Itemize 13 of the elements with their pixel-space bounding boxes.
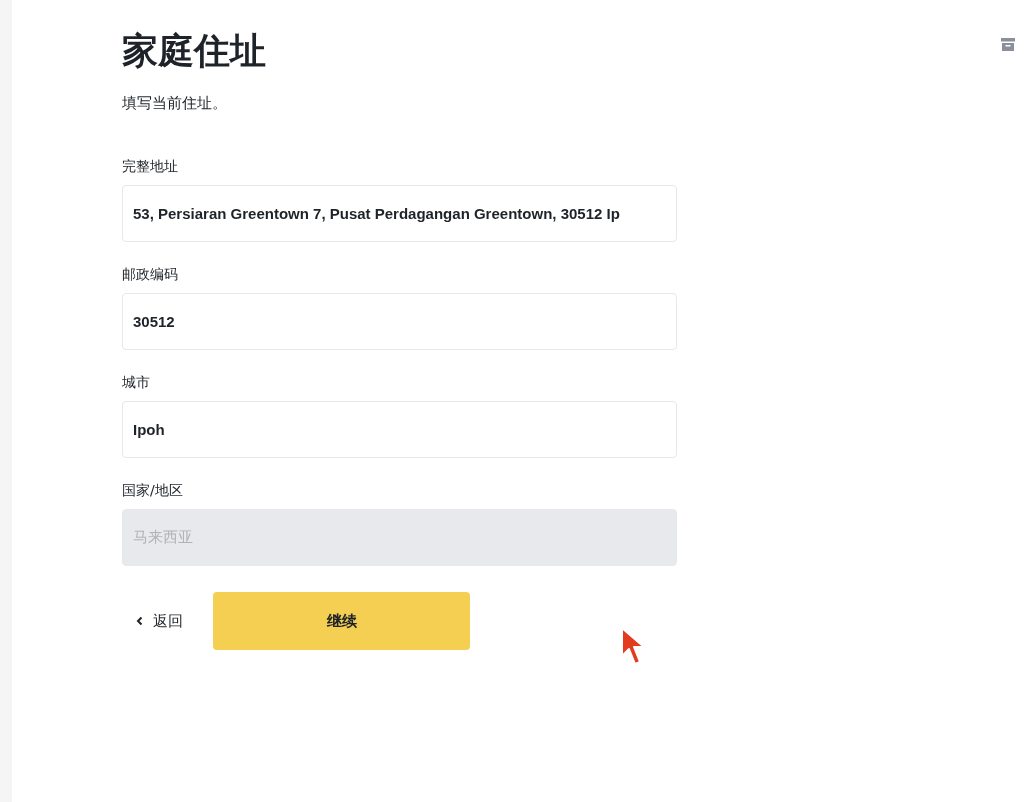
chevron-left-icon xyxy=(136,616,143,626)
field-label: 邮政编码 xyxy=(122,265,179,284)
input-field[interactable]: 53, Persiaran Greentown 7, Pusat Perdagangan Greentown, 30512 Ip xyxy=(122,185,677,242)
field-label: 城市 xyxy=(122,373,151,392)
continue-button[interactable]: 继续 xyxy=(213,592,470,650)
field-label: 国家/地区 xyxy=(122,481,184,500)
input-field[interactable]: 30512 xyxy=(122,293,677,350)
page-subtitle: 填写当前住址。 xyxy=(122,93,228,114)
field-label: 完整地址 xyxy=(122,157,179,176)
back-button[interactable]: 返回 xyxy=(122,605,187,637)
input-field[interactable]: Ipoh xyxy=(122,401,677,458)
archive-icon[interactable] xyxy=(1001,38,1015,51)
page-title: 家庭住址 xyxy=(122,29,266,73)
